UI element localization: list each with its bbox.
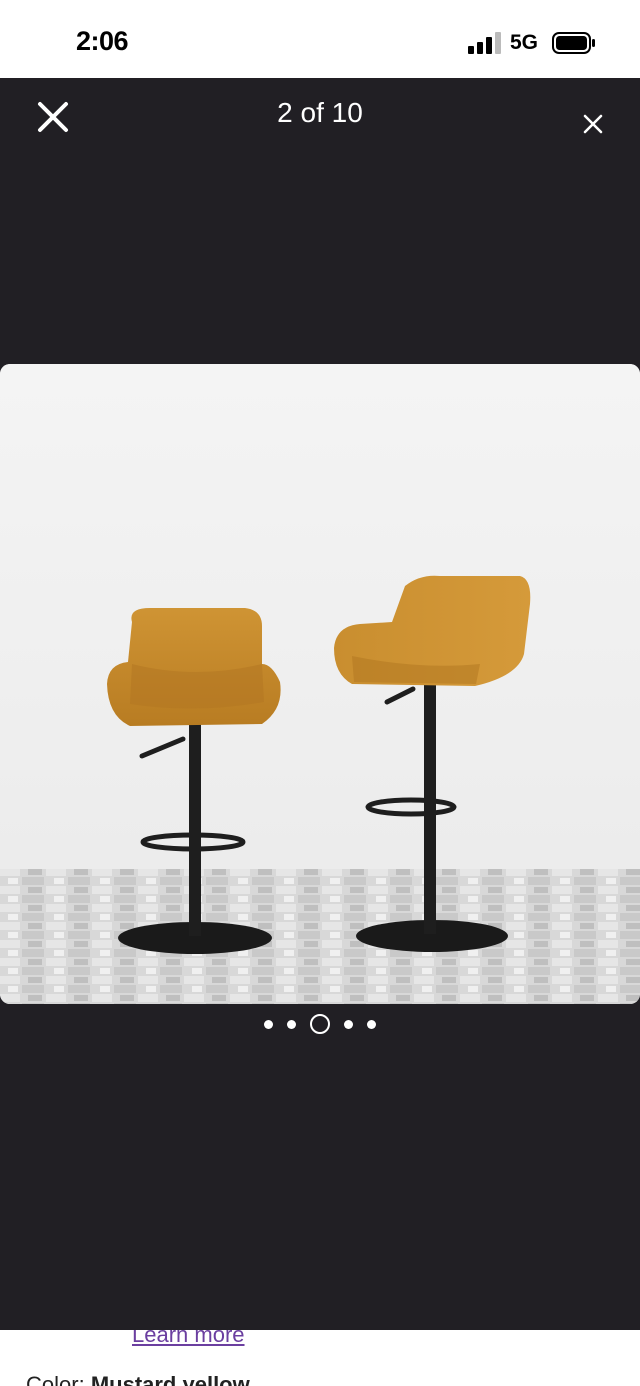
- color-line: Color: Mustard yellow: [26, 1372, 250, 1386]
- pagination-dot[interactable]: [264, 1019, 273, 1029]
- product-image[interactable]: [0, 364, 640, 1004]
- product-page-peek: Learn more Color: Mustard yellow: [0, 1330, 640, 1386]
- learn-more-link[interactable]: Learn more: [132, 1330, 245, 1348]
- cellular-signal-icon: [468, 32, 501, 54]
- pagination-dot[interactable]: [367, 1019, 376, 1029]
- status-time: 2:06: [76, 26, 129, 56]
- color-value: Mustard yellow: [90, 1372, 250, 1386]
- network-type: 5G: [510, 31, 539, 54]
- status-bar: 2:06 5G: [0, 0, 640, 78]
- pagination-dot[interactable]: [287, 1019, 296, 1029]
- battery-icon: [552, 32, 595, 54]
- pagination-dots: [0, 1012, 640, 1036]
- close-icon[interactable]: [583, 114, 603, 134]
- bar-stools-photo: [0, 364, 640, 1004]
- image-counter: 2 of 10: [277, 97, 363, 128]
- pagination-dot[interactable]: [344, 1019, 353, 1029]
- color-label: Color:: [26, 1372, 85, 1386]
- pagination-dot-active[interactable]: [310, 1014, 330, 1034]
